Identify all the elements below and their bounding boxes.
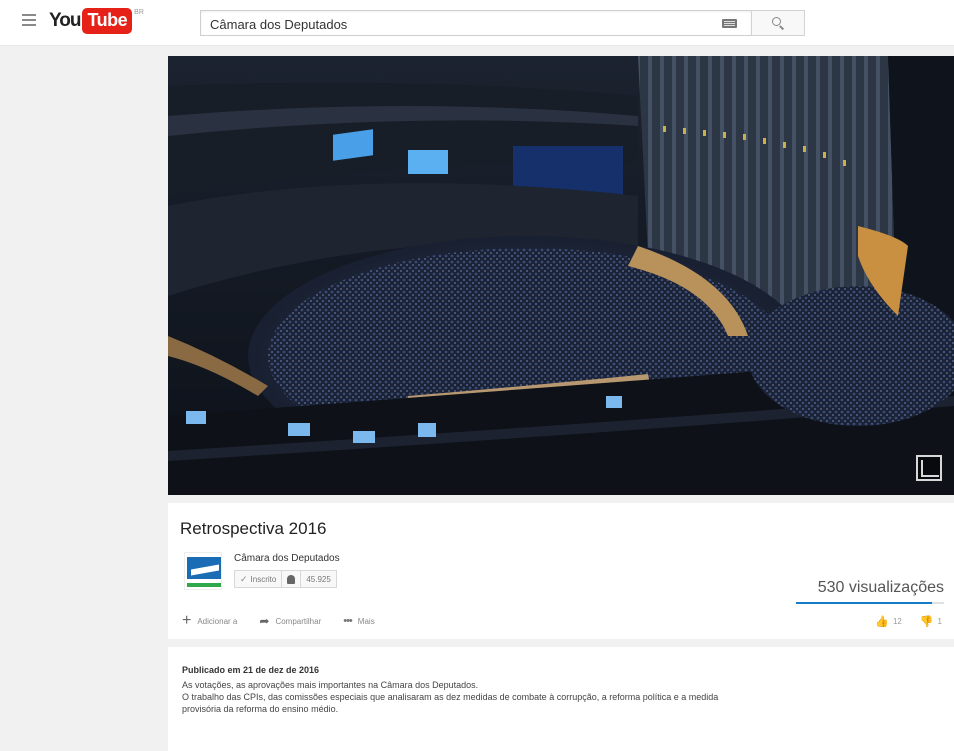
masthead: You Tube BR xyxy=(0,0,954,46)
share-label: Compartilhar xyxy=(275,616,322,626)
subscribe-label: Inscrito xyxy=(250,574,277,584)
check-icon: ✓ xyxy=(240,573,248,584)
more-button[interactable]: ••• Mais xyxy=(343,615,374,627)
notification-bell-button[interactable] xyxy=(282,571,302,587)
description-card: Publicado em 21 de dez de 2016 As votaçõ… xyxy=(168,647,954,751)
video-frame xyxy=(168,56,954,495)
search-input[interactable] xyxy=(210,15,710,33)
more-icon: ••• xyxy=(343,615,353,627)
sentiment-bar xyxy=(796,602,944,604)
description-line: As votações, as aprovações mais importan… xyxy=(182,680,479,690)
share-icon: ➦ xyxy=(259,614,270,628)
logo-you-text: You xyxy=(49,10,82,31)
keyboard-icon[interactable] xyxy=(722,19,737,28)
video-info-card: Retrospectiva 2016 Câmara dos Deputados … xyxy=(168,503,954,639)
like-count: 12 xyxy=(892,617,902,626)
search-icon xyxy=(771,16,785,30)
channel-avatar[interactable] xyxy=(184,552,222,590)
channel-watermark[interactable] xyxy=(916,455,942,481)
youtube-logo[interactable]: You Tube BR xyxy=(49,8,144,34)
menu-icon[interactable] xyxy=(22,14,36,26)
more-label: Mais xyxy=(357,616,375,626)
thumb-down-icon[interactable]: 👎 xyxy=(920,615,934,628)
search-button[interactable] xyxy=(751,10,805,36)
logo-country-code: BR xyxy=(134,9,144,16)
plus-icon: + xyxy=(182,612,192,629)
subscriber-count: 45.925 xyxy=(306,574,331,584)
share-button[interactable]: ➦ Compartilhar xyxy=(259,614,321,628)
dislike-count: 1 xyxy=(937,617,942,626)
view-count: 530 visualizações xyxy=(817,579,944,596)
channel-name[interactable]: Câmara dos Deputados xyxy=(234,553,340,564)
add-to-label: Adicionar a xyxy=(197,616,238,626)
sentiment-bar-likes xyxy=(796,602,933,604)
add-to-button[interactable]: + Adicionar a xyxy=(182,613,237,629)
video-title: Retrospectiva 2016 xyxy=(180,519,327,538)
thumb-up-icon[interactable]: 👍 xyxy=(875,615,889,628)
subscribe-button[interactable]: ✓ Inscrito xyxy=(235,571,283,587)
ratings: 👍 12 👎 1 xyxy=(875,615,942,628)
bell-icon xyxy=(287,574,296,584)
publish-date: Publicado em 21 de dez de 2016 xyxy=(182,665,320,675)
description-line: O trabalho das CPIs, das comissões espec… xyxy=(182,692,719,702)
action-bar: + Adicionar a ➦ Compartilhar ••• Mais xyxy=(182,613,397,629)
subscribe-group: ✓ Inscrito 45.925 xyxy=(234,570,337,588)
description-line: provisória da reforma do ensino médio. xyxy=(182,704,339,714)
search-box xyxy=(200,10,752,36)
video-player[interactable] xyxy=(168,56,954,495)
logo-tube-text: Tube xyxy=(82,8,133,34)
